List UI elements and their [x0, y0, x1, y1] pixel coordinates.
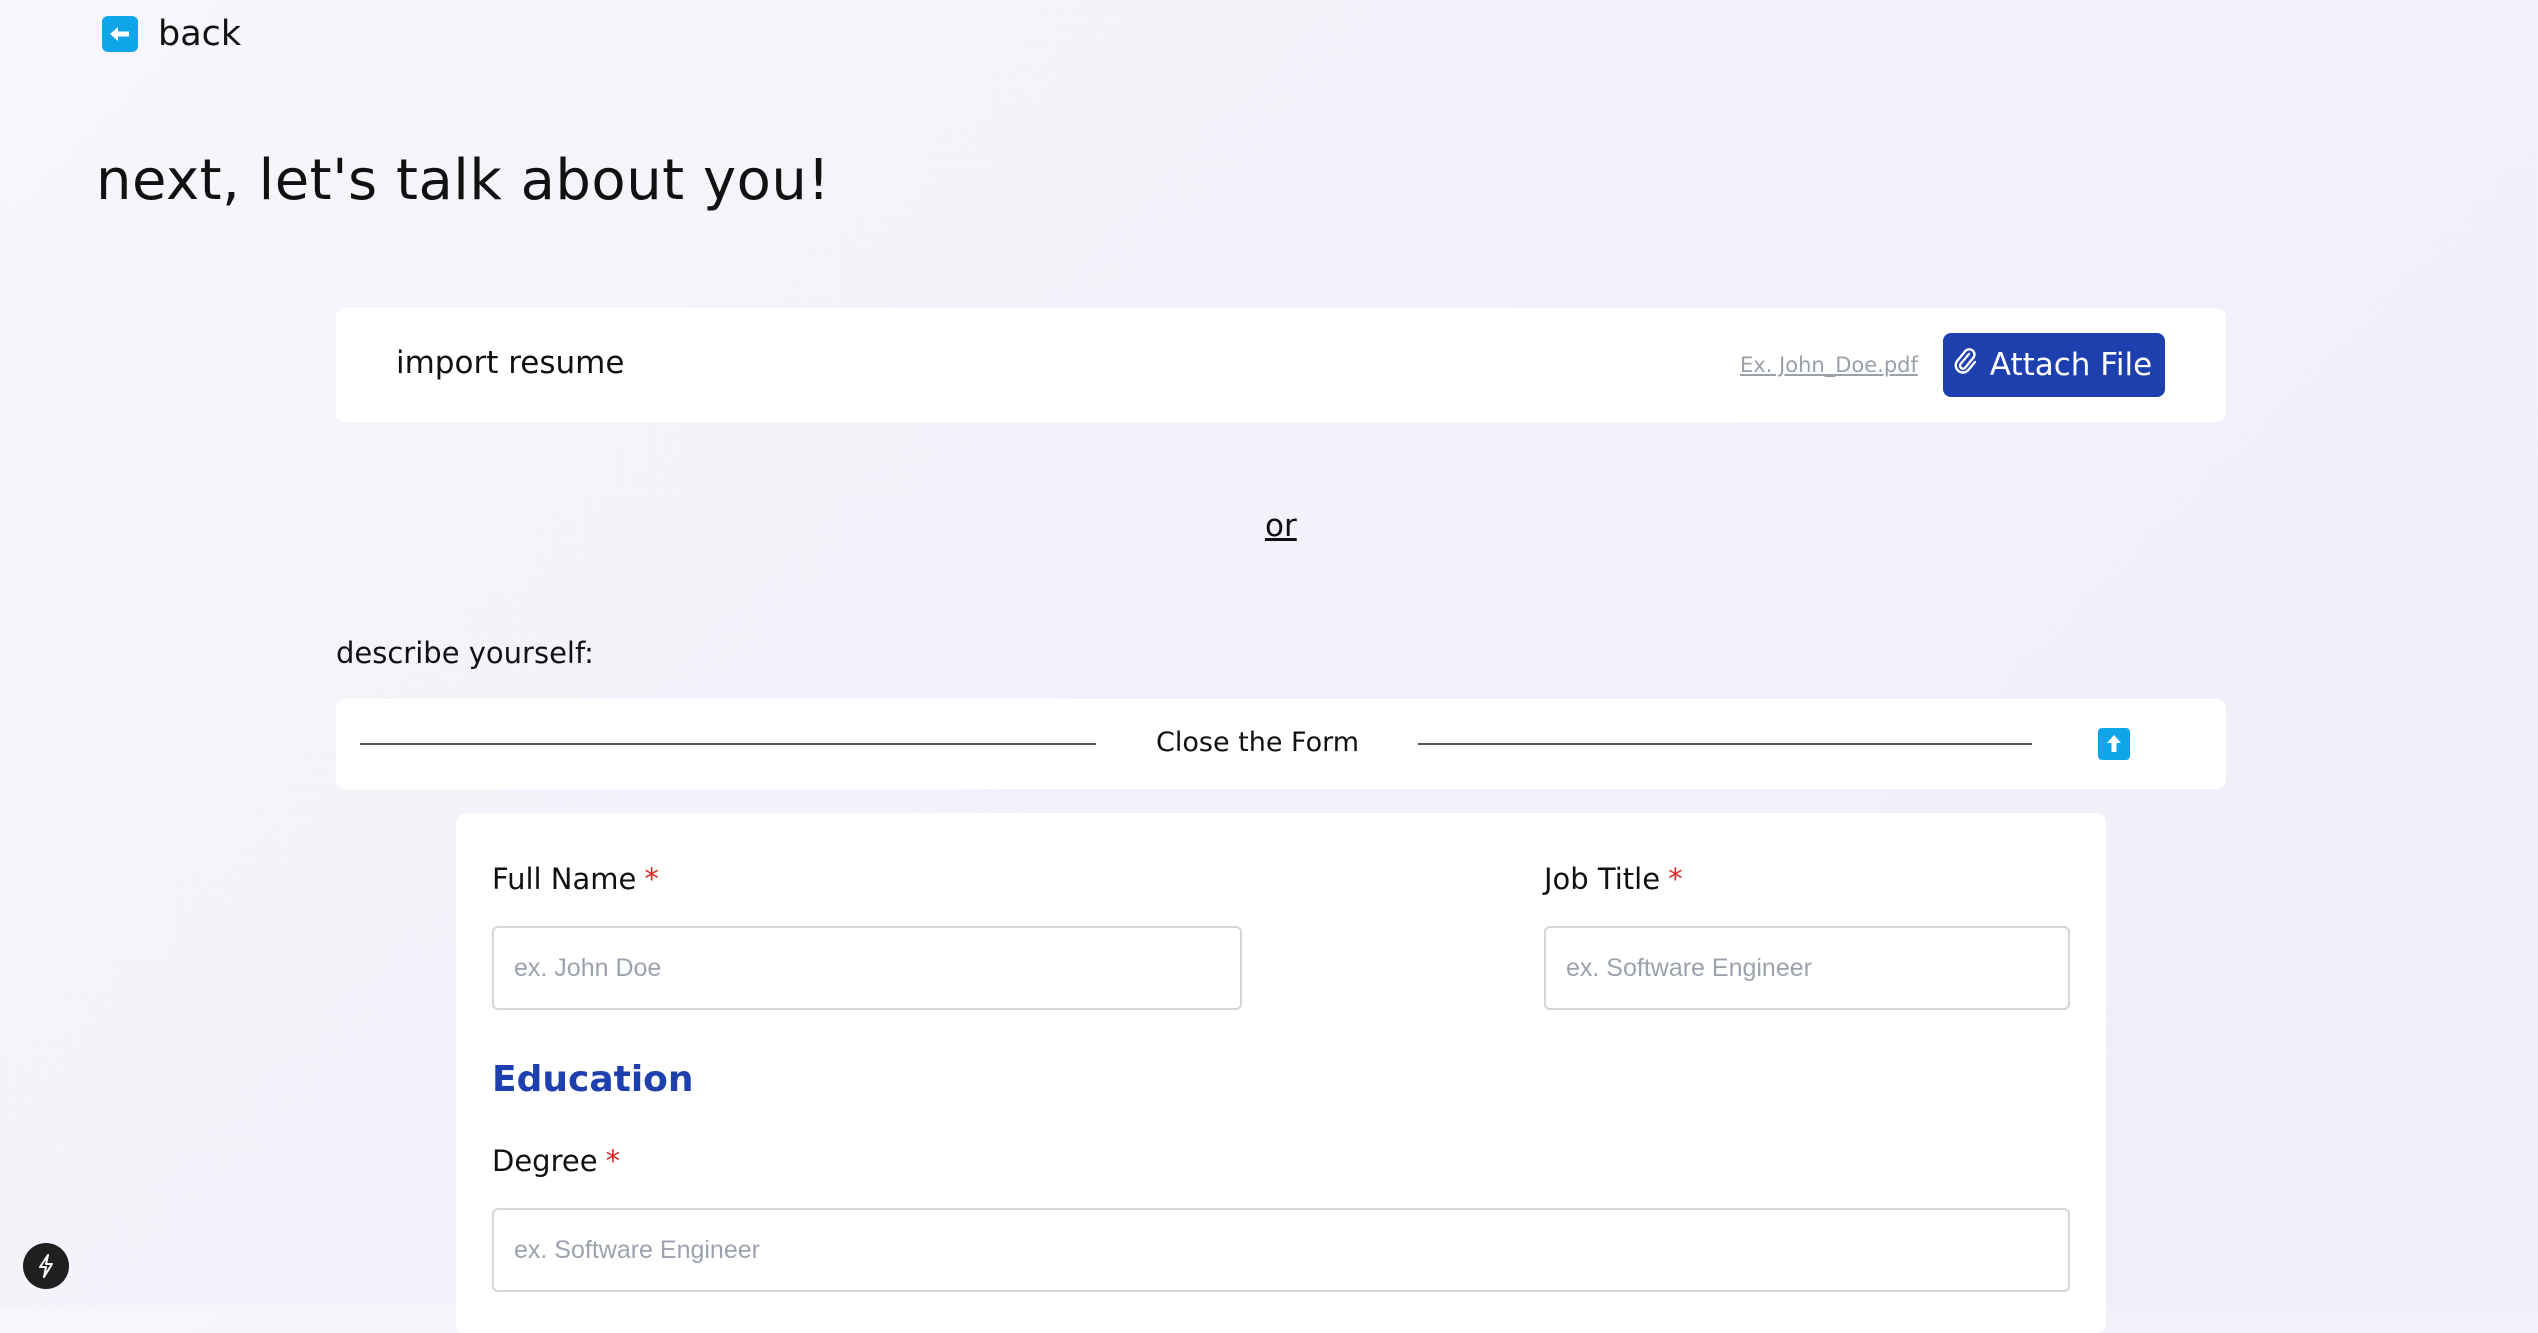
import-resume-label: import resume — [396, 345, 625, 381]
or-separator: or — [1265, 508, 1297, 544]
describe-yourself-label: describe yourself: — [336, 636, 594, 670]
job-title-label-text: Job Title — [1544, 862, 1661, 896]
lightning-bolt-icon[interactable] — [23, 1243, 69, 1289]
arrow-up-icon[interactable] — [2098, 728, 2130, 760]
close-form-label[interactable]: Close the Form — [1156, 727, 1359, 758]
required-asterisk: * — [1668, 862, 1683, 896]
divider-line-left — [360, 743, 1096, 745]
profile-form: Full Name* Job Title* Education Degree* — [456, 813, 2106, 1333]
required-asterisk: * — [644, 862, 659, 896]
import-resume-card: import resume Ex. John_Doe.pdf Attach Fi… — [336, 308, 2226, 422]
full-name-label: Full Name * — [492, 862, 659, 896]
degree-label: Degree * — [492, 1144, 620, 1178]
file-name-placeholder: Ex. John_Doe.pdf — [1740, 353, 1918, 377]
arrow-left-icon[interactable] — [102, 16, 138, 52]
full-name-label-text: Full Name — [492, 862, 637, 896]
job-title-label: Job Title * — [1544, 862, 1683, 896]
degree-label-text: Degree — [492, 1144, 598, 1178]
full-name-input[interactable] — [492, 926, 1242, 1010]
education-heading: Education — [492, 1059, 694, 1100]
divider-line-right — [1418, 743, 2032, 745]
back-label[interactable]: back — [158, 14, 241, 54]
close-form-bar[interactable]: Close the Form — [336, 699, 2226, 789]
job-title-input[interactable] — [1544, 926, 2070, 1010]
degree-input[interactable] — [492, 1208, 2070, 1292]
attach-file-button[interactable]: Attach File — [1943, 333, 2165, 397]
page-title: next, let's talk about you! — [96, 148, 831, 213]
paperclip-icon — [1952, 346, 1978, 384]
back-link[interactable]: back — [102, 14, 241, 54]
attach-file-label: Attach File — [1989, 347, 2153, 383]
required-asterisk: * — [605, 1144, 621, 1178]
